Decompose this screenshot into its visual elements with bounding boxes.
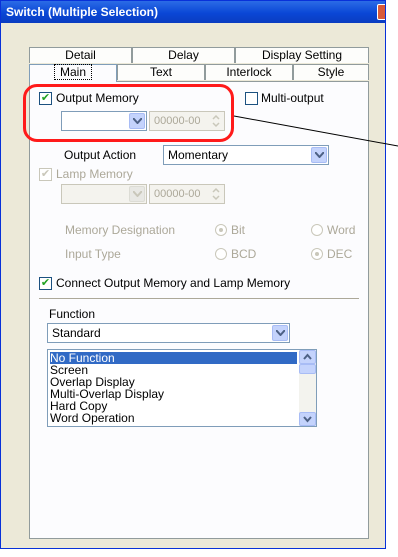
tab-main[interactable]: Main <box>29 64 117 82</box>
tab-label: Main <box>53 64 92 80</box>
callout-leader-line <box>233 115 398 147</box>
